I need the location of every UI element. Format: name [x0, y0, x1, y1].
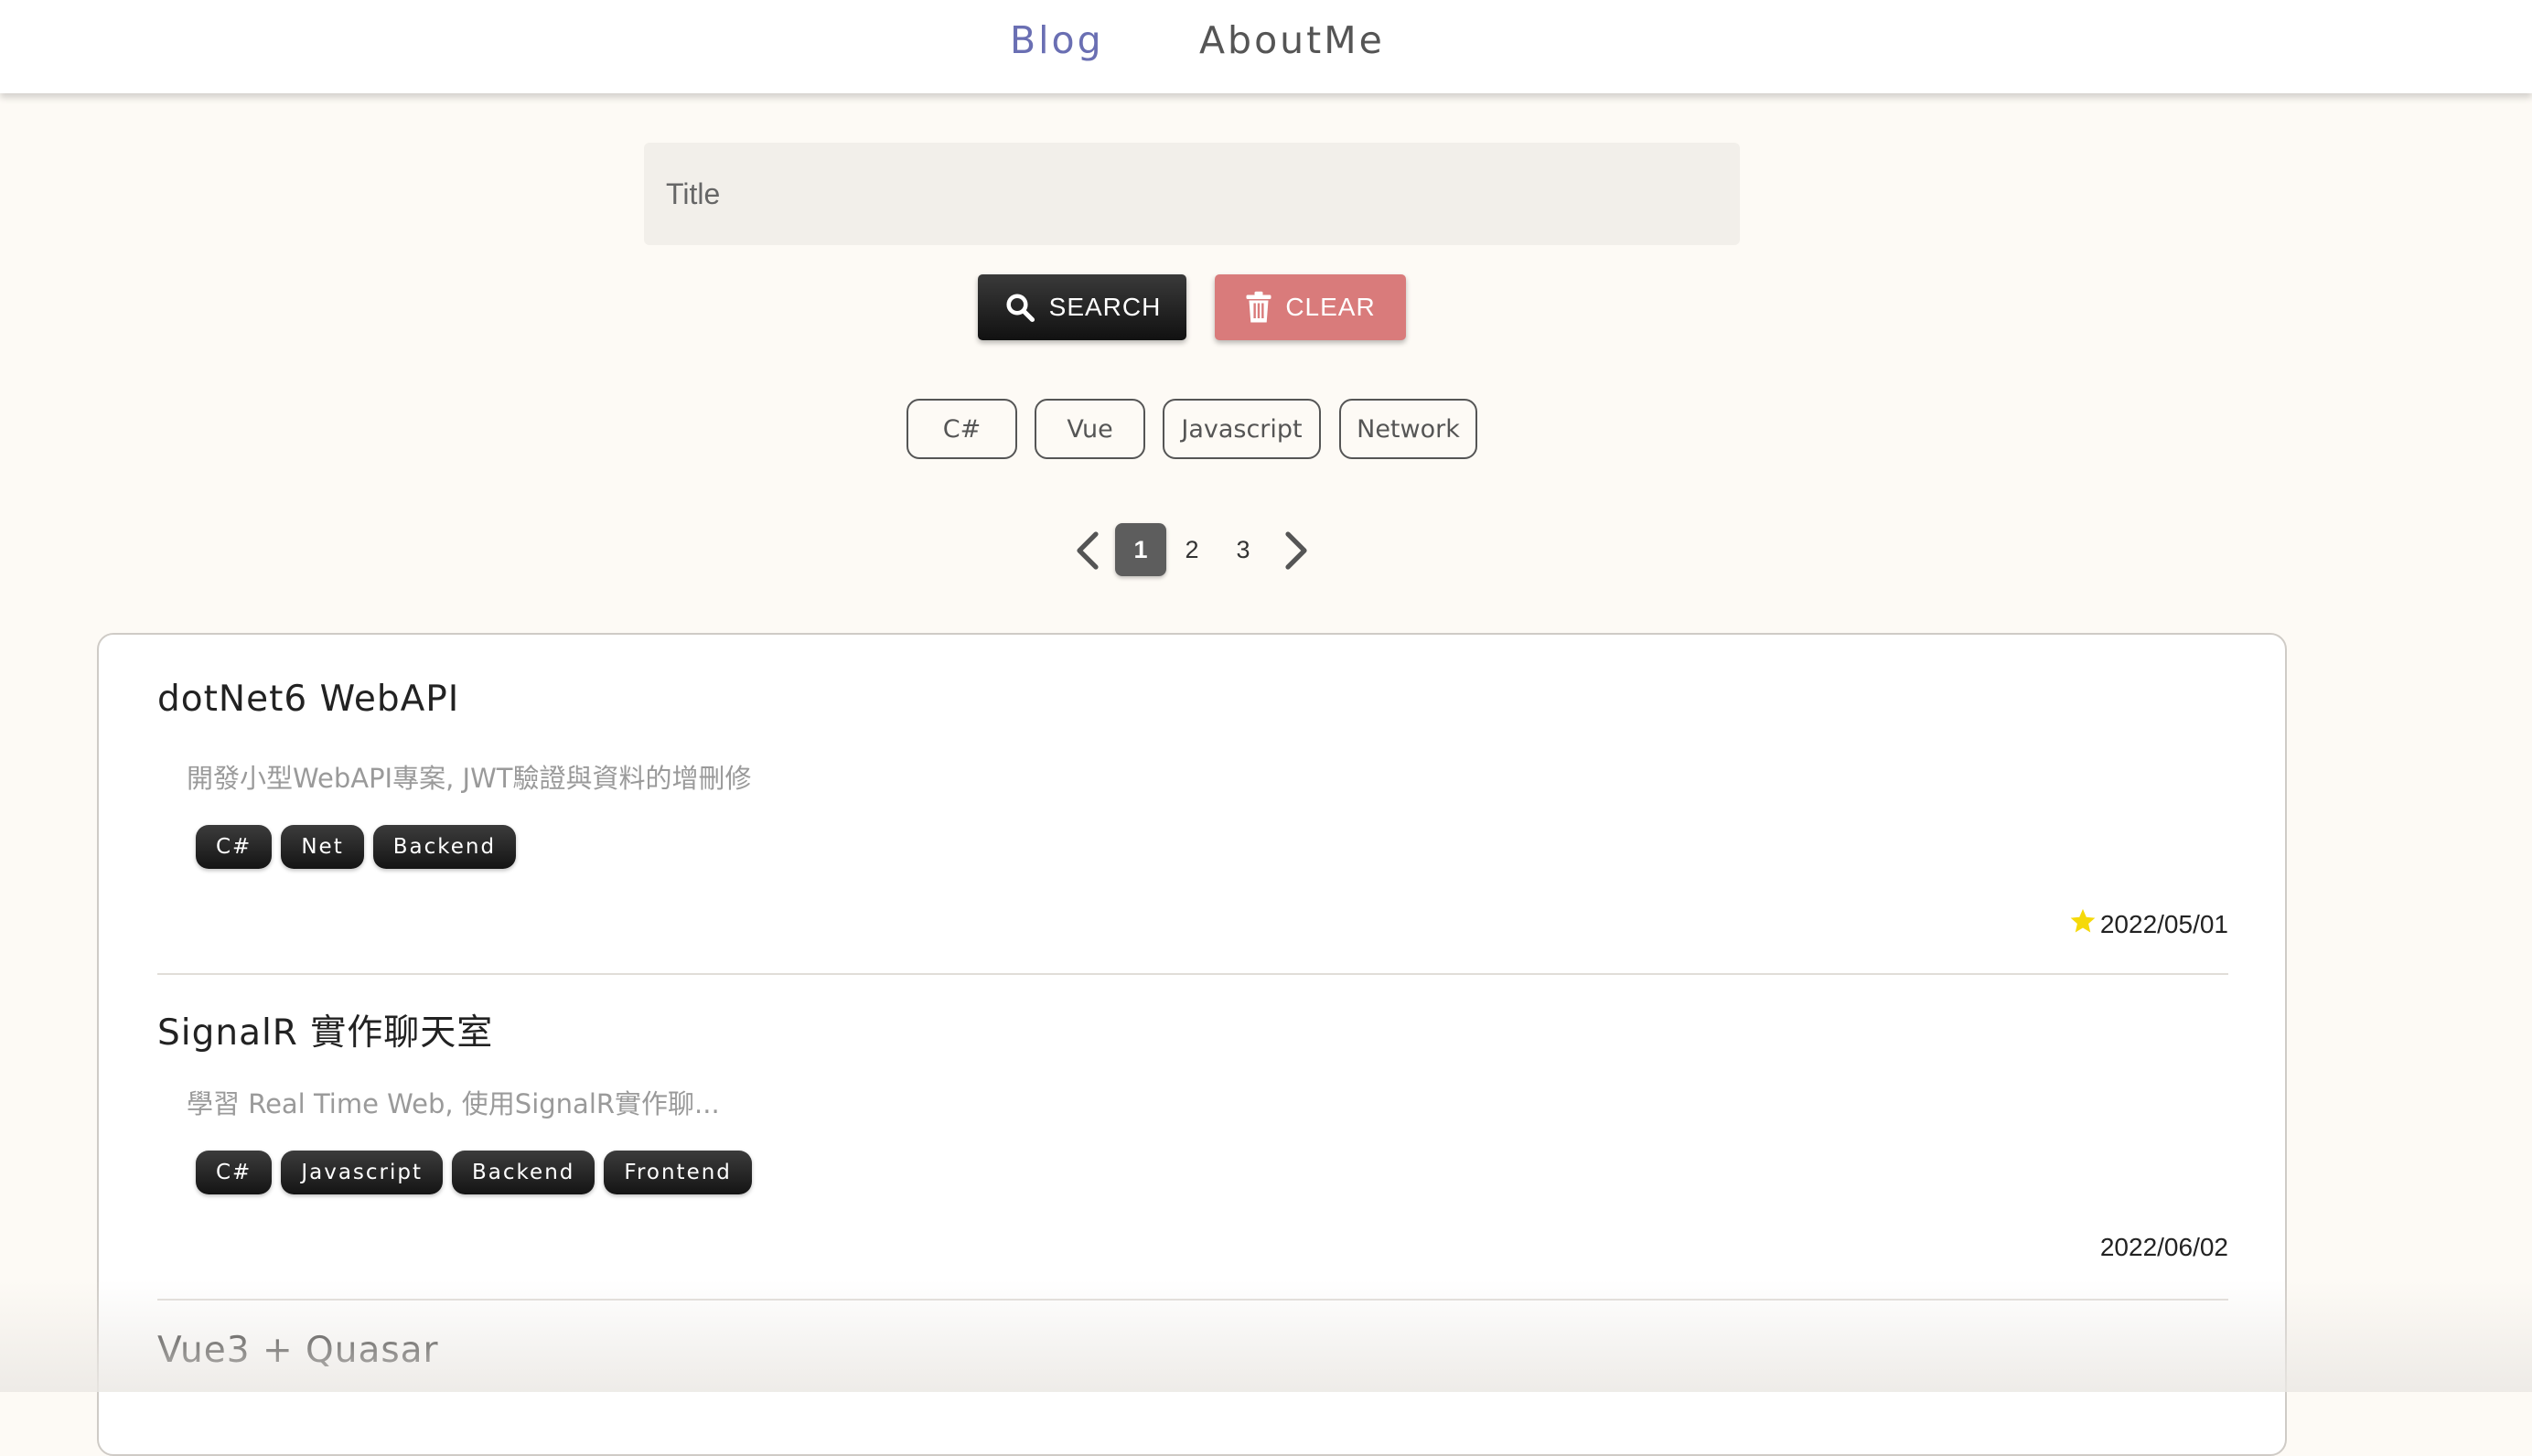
filter-chip-javascript[interactable]: Javascript: [1163, 399, 1321, 459]
post-description: 開發小型WebAPI專案, JWT驗證與資料的增刪修: [187, 763, 752, 794]
search-button[interactable]: SEARCH: [978, 274, 1186, 340]
page-button-3[interactable]: 3: [1218, 523, 1269, 576]
filter-chip-csharp[interactable]: C#: [907, 399, 1017, 459]
post-date: 2022/05/01: [2069, 907, 2228, 941]
post-tags: C# Javascript Backend Frontend: [196, 1151, 752, 1194]
nav-link-blog[interactable]: Blog: [1010, 9, 1104, 71]
chevron-right-icon[interactable]: [1281, 525, 1312, 576]
post-title[interactable]: Vue3 + Quasar: [157, 1330, 439, 1371]
post-list-card: dotNet6 WebAPI 開發小型WebAPI專案, JWT驗證與資料的增刪…: [97, 633, 2287, 1456]
tag-badge[interactable]: Backend: [372, 825, 517, 869]
top-navigation: Blog AboutMe: [0, 0, 2532, 93]
post-title[interactable]: dotNet6 WebAPI: [157, 679, 459, 720]
tag-badge[interactable]: C#: [196, 1151, 273, 1194]
post-description: 學習 Real Time Web, 使用SignalR實作聊...: [187, 1088, 720, 1119]
tag-badge[interactable]: C#: [196, 825, 273, 869]
clear-button-label: CLEAR: [1285, 293, 1376, 321]
page-button-1[interactable]: 1: [1115, 523, 1166, 576]
search-button-label: SEARCH: [1048, 293, 1162, 321]
divider: [157, 1299, 2228, 1301]
filter-chip-network[interactable]: Network: [1339, 399, 1477, 459]
tag-badge[interactable]: Javascript: [281, 1151, 444, 1194]
page-button-2[interactable]: 2: [1166, 523, 1218, 576]
filter-chip-vue[interactable]: Vue: [1035, 399, 1145, 459]
tag-badge[interactable]: Frontend: [604, 1151, 752, 1194]
nav-link-about-me[interactable]: AboutMe: [1199, 9, 1385, 71]
tag-badge[interactable]: Backend: [452, 1151, 595, 1194]
trash-icon: [1245, 291, 1272, 324]
post-title[interactable]: SignalR 實作聊天室: [157, 1004, 493, 1055]
search-icon: [1003, 291, 1036, 324]
search-title-input[interactable]: [644, 143, 1740, 245]
post-tags: C# Net Backend: [196, 825, 517, 869]
clear-button[interactable]: CLEAR: [1215, 274, 1406, 340]
post-date: 2022/06/02: [2100, 1233, 2228, 1262]
star-icon: [2069, 907, 2097, 941]
chevron-left-icon[interactable]: [1072, 525, 1103, 576]
post-date-text: 2022/06/02: [2099, 1233, 2228, 1261]
divider: [157, 973, 2228, 975]
post-date-text: 2022/05/01: [2099, 909, 2228, 938]
tag-badge[interactable]: Net: [281, 825, 364, 869]
